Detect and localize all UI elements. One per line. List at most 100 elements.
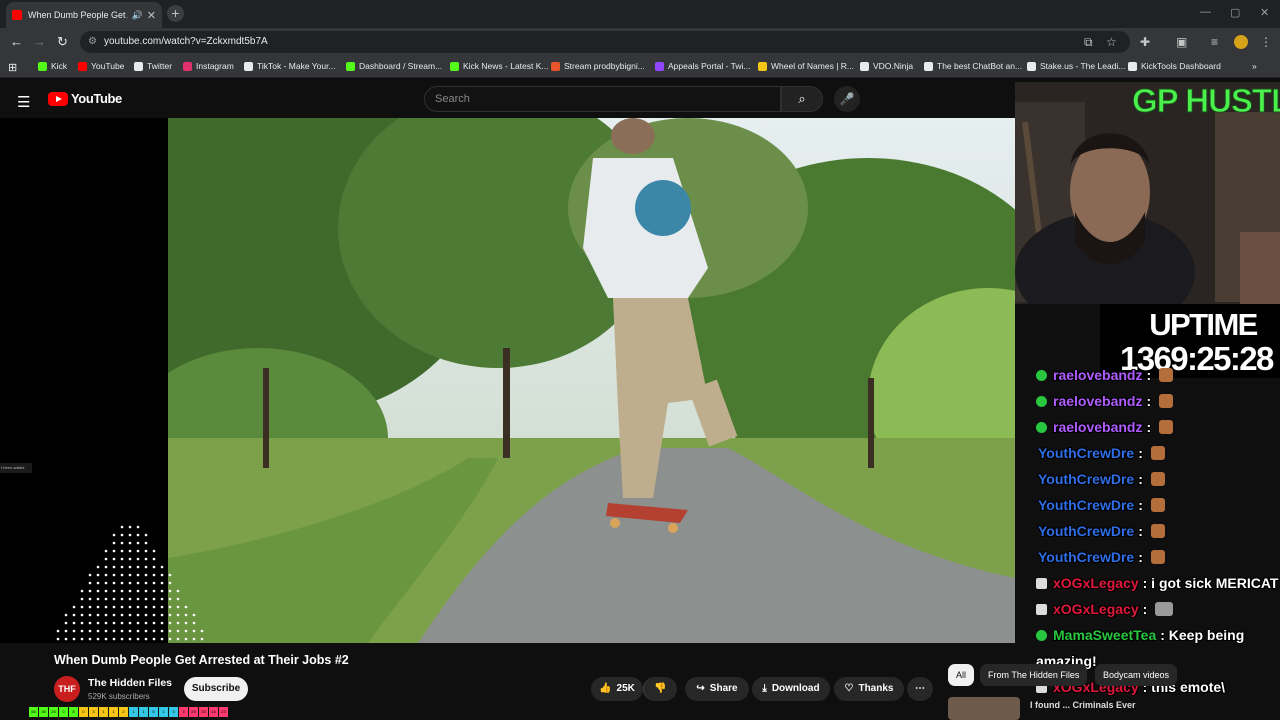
halftone-dot — [112, 605, 116, 609]
chip-bodycam[interactable]: Bodycam videos — [1095, 664, 1178, 686]
bookmark-item[interactable]: VDO.Ninja — [860, 61, 913, 71]
forward-icon[interactable]: → — [33, 34, 46, 49]
profile-avatar[interactable] — [1234, 35, 1248, 49]
halftone-dot — [112, 541, 116, 545]
video-player[interactable] — [168, 118, 1015, 643]
stream-color-bar: 66 38 25 0 8 0 3 1 1 2 1 1 5 1 3 3 25 33 16 23 — [29, 707, 228, 719]
bookmark-item[interactable]: Instagram — [183, 61, 234, 71]
halftone-dot — [144, 597, 148, 601]
bookmark-item[interactable]: Wheel of Names | R... — [758, 61, 854, 71]
new-tab-button[interactable]: + — [167, 5, 184, 22]
more-actions-button[interactable]: ⋯ — [907, 677, 933, 701]
halftone-dot — [80, 621, 84, 625]
share-button[interactable]: ↪ Share — [685, 677, 749, 701]
chat-message: raelovebandz: — [1036, 416, 1174, 438]
halftone-dot — [112, 629, 116, 633]
subscribe-button[interactable]: Subscribe — [184, 677, 248, 701]
chat-username: xOGxLegacy — [1053, 575, 1139, 591]
maximize-icon[interactable]: ▢ — [1230, 6, 1240, 19]
bookmark-item[interactable]: Twitter — [134, 61, 172, 71]
extensions-icon[interactable]: ✚ — [1140, 35, 1150, 49]
download-icon: ⤓ — [762, 683, 767, 694]
halftone-dot — [160, 581, 164, 585]
dislike-button[interactable]: 👎 — [643, 677, 677, 701]
speaker-icon[interactable]: 🔊 — [132, 10, 143, 21]
halftone-dot — [136, 549, 140, 553]
back-icon[interactable]: ← — [10, 34, 23, 49]
halftone-dot — [104, 549, 108, 553]
site-info-icon[interactable]: ⚙ — [88, 31, 97, 53]
address-bar[interactable]: ⚙ youtube.com/watch?v=Zckxmdt5b7A — [80, 31, 1130, 53]
chip-all[interactable]: All — [948, 664, 975, 686]
bookmark-star-icon[interactable]: ☆ — [1106, 35, 1117, 49]
more-bookmarks-icon[interactable]: » — [1252, 61, 1257, 71]
chat-message: YouthCrewDre: — [1038, 442, 1165, 464]
channel-avatar[interactable]: THF — [54, 676, 80, 702]
halftone-dot — [80, 597, 84, 601]
halftone-dot — [184, 605, 188, 609]
bookmark-label: Dashboard / Stream... — [359, 61, 443, 71]
halftone-dot — [152, 621, 156, 625]
halftone-dot — [88, 581, 92, 585]
bookmark-item[interactable]: Dashboard / Stream... — [346, 61, 442, 71]
apps-grid-icon[interactable]: ⊞ — [8, 61, 17, 74]
bookmark-item[interactable]: Stake.us - The Leadi... — [1027, 61, 1125, 71]
cast-icon[interactable]: ⧉ — [1084, 35, 1093, 50]
bookmark-item[interactable]: Kick News - Latest K... — [450, 61, 549, 71]
halftone-dot — [120, 597, 124, 601]
bookmark-item[interactable]: KickTools Dashboard — [1128, 61, 1221, 71]
hamburger-menu-icon[interactable]: ☰ — [17, 93, 30, 111]
bookmark-item[interactable]: TikTok - Make Your... — [244, 61, 336, 71]
bookmark-item[interactable]: Kick — [38, 61, 67, 71]
close-tab-icon[interactable]: ✕ — [147, 9, 156, 22]
color-bar-cell: 1 — [159, 707, 168, 717]
halftone-dot — [160, 565, 164, 569]
halftone-dot — [128, 637, 132, 641]
halftone-dot — [72, 629, 76, 633]
like-count: 25K — [616, 683, 635, 694]
bookmark-item[interactable]: Appeals Portal - Twi... — [655, 61, 751, 71]
bookmark-item[interactable]: Stream prodbybigni... — [551, 61, 645, 71]
chip-from-channel[interactable]: From The Hidden Files — [980, 664, 1088, 686]
media-icon[interactable]: ▣ — [1176, 35, 1187, 49]
halftone-dot — [144, 549, 148, 553]
voice-search-button[interactable]: 🎤 — [834, 86, 860, 112]
recommended-thumbnail[interactable] — [948, 697, 1020, 720]
color-bar-cell: 3 — [179, 707, 188, 717]
chat-message: xOGxLegacy: i got sick MERICAT — [1036, 572, 1278, 594]
recommended-title[interactable]: I found ... Criminals Ever — [1030, 700, 1136, 710]
bookmark-favicon-icon — [38, 61, 47, 71]
halftone-dot — [80, 629, 84, 633]
halftone-dot — [152, 589, 156, 593]
halftone-dot — [88, 573, 92, 577]
bookmark-favicon-icon — [244, 61, 253, 71]
window-close-icon[interactable]: ✕ — [1260, 6, 1269, 19]
chat-username: YouthCrewDre — [1038, 523, 1135, 539]
thanks-button[interactable]: ♡ Thanks — [834, 677, 904, 701]
browser-tab[interactable]: When Dumb People Get Ar 🔊 ✕ — [6, 2, 162, 28]
chat-message: MamaSweetTea: Keep being — [1036, 624, 1244, 646]
search-input[interactable]: Search — [424, 86, 781, 112]
youtube-logo[interactable]: YouTube — [48, 91, 122, 106]
bookmark-label: Appeals Portal - Twi... — [668, 61, 751, 71]
color-bar-cell: 5 — [149, 707, 158, 717]
bookmark-item[interactable]: The best ChatBot an... — [924, 61, 1022, 71]
chat-badge-icon — [1036, 369, 1047, 381]
halftone-dot — [112, 621, 116, 625]
like-button[interactable]: 👍 25K — [591, 677, 643, 701]
halftone-dot — [96, 597, 100, 601]
bookmark-item[interactable]: YouTube — [78, 61, 124, 71]
search-button[interactable]: ⌕ — [781, 86, 823, 112]
thanks-icon: ♡ — [844, 683, 854, 694]
chat-text: : — [1142, 601, 1148, 617]
minimize-icon[interactable]: — — [1200, 6, 1211, 18]
menu-kebab-icon[interactable]: ⋮ — [1260, 35, 1272, 49]
channel-name[interactable]: The Hidden Files — [88, 677, 172, 689]
download-button[interactable]: ⤓ Download — [752, 677, 830, 701]
halftone-dot — [72, 621, 76, 625]
reload-icon[interactable]: ↻ — [57, 34, 68, 50]
tab-search-icon[interactable]: ≡ — [1211, 35, 1218, 49]
bookmarks-bar: ⊞ Kick YouTube Twitter Instagram TikTok - Ma… — [0, 56, 1280, 78]
brand-text-overlay: GP HUSTLA — [1131, 82, 1280, 120]
color-bar-cell: 25 — [49, 707, 58, 717]
